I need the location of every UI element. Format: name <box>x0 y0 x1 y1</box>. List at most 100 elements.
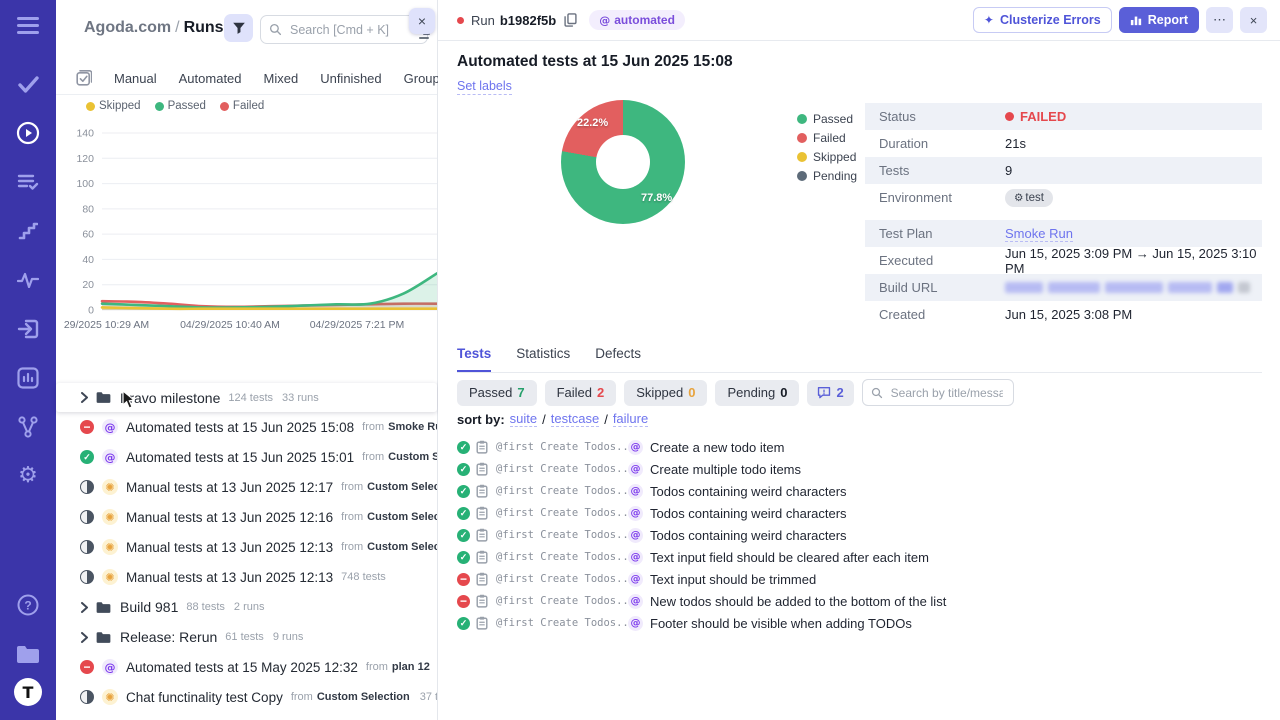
legend-item[interactable]: Skipped <box>86 100 141 112</box>
automated-badge[interactable]: @ automated <box>589 10 685 30</box>
status-filter-button[interactable]: Skipped 0 <box>624 379 708 406</box>
run-meta: 2 runs <box>233 601 265 613</box>
detail-tab[interactable]: Defects <box>595 346 641 372</box>
testomat-logo[interactable]: T <box>14 678 42 706</box>
filter-button[interactable] <box>224 14 253 42</box>
test-list-item[interactable]: @first Create Todos... @ Todos containin… <box>457 480 1262 502</box>
steps-icon[interactable] <box>16 219 40 243</box>
runs-search-input[interactable] <box>288 21 419 38</box>
close-panel-button[interactable]: × <box>409 8 435 34</box>
test-list-item[interactable]: @first Create Todos... @ Text input fiel… <box>457 546 1262 568</box>
hamburger-menu-icon[interactable] <box>16 14 40 38</box>
run-source: Custom Selection <box>316 691 410 703</box>
chevron-right-icon[interactable] <box>80 601 89 613</box>
svg-text:80: 80 <box>82 203 94 215</box>
run-list-item[interactable]: Automated tests at 15 Jun 2025 15:08 fro… <box>56 412 437 442</box>
status-filter-button[interactable]: Failed 2 <box>544 379 617 406</box>
sort-by-testcase-link[interactable]: testcase <box>550 411 600 427</box>
project-name[interactable]: Agoda.com <box>84 19 171 36</box>
run-list-item[interactable]: Manual tests at 13 Jun 2025 12:13 from C… <box>56 532 437 562</box>
run-title: Automated tests at 15 May 2025 12:32 <box>126 659 358 675</box>
automated-at-icon: @ <box>628 461 643 477</box>
test-list-item[interactable]: @first Create Todos... @ Todos containin… <box>457 502 1262 524</box>
test-list-item[interactable]: @first Create Todos... @ Create a new to… <box>457 436 1262 458</box>
test-list-item[interactable]: @first Create Todos... @ Footer should b… <box>457 612 1262 634</box>
test-list-item[interactable]: @first Create Todos... @ Text input shou… <box>457 568 1262 590</box>
legend-item[interactable]: Pending <box>797 169 857 183</box>
legend-item[interactable]: Passed <box>797 112 857 126</box>
run-title: Automated tests at 15 Jun 2025 15:01 <box>126 449 355 465</box>
run-status-icon <box>80 570 94 584</box>
import-icon[interactable] <box>16 317 40 341</box>
run-from-label: from <box>362 451 385 463</box>
detail-tab[interactable]: Statistics <box>516 346 570 372</box>
legend-dot <box>86 101 95 111</box>
copy-icon[interactable] <box>564 13 577 27</box>
tests-search-input[interactable] <box>888 384 1005 401</box>
legend-item[interactable]: Skipped <box>797 150 857 164</box>
legend-item[interactable]: Failed <box>797 131 857 145</box>
status-filter-button[interactable]: Passed 7 <box>457 379 537 406</box>
run-type-icon <box>102 449 118 465</box>
projects-folder-icon[interactable] <box>16 642 40 666</box>
detail-value: 9 <box>1005 163 1013 178</box>
run-list-item[interactable]: Manual tests at 13 Jun 2025 12:17 from C… <box>56 472 437 502</box>
runs-filter-tab[interactable]: Unfinished <box>320 71 381 86</box>
test-status-icon <box>457 550 470 564</box>
runs-play-icon[interactable] <box>16 121 40 145</box>
run-status-icon <box>80 660 94 674</box>
test-title: Todos containing weird characters <box>650 527 847 543</box>
test-list-item[interactable]: @first Create Todos... @ New todos shoul… <box>457 590 1262 612</box>
legend-item[interactable]: Failed <box>219 100 264 112</box>
clusterize-errors-button[interactable]: ✦ Clusterize Errors <box>972 7 1112 33</box>
runs-list-panel: Agoda.com/Runs × Manual Automated Mixed Unf… <box>56 0 446 720</box>
help-icon[interactable]: ? <box>16 593 40 617</box>
more-options-button[interactable]: ⋯ <box>1206 7 1233 33</box>
run-list-item[interactable]: Automated tests at 15 Jun 2025 15:01 fro… <box>56 442 437 472</box>
detail-row: Test Plan Smoke Run <box>865 220 1262 247</box>
sort-by-failure-link[interactable]: failure <box>612 411 649 427</box>
tests-check-icon[interactable] <box>16 72 40 96</box>
set-labels-link[interactable]: Set labels <box>457 79 512 95</box>
test-status-icon <box>457 616 470 630</box>
run-list-item[interactable]: Chat functinality test Copy from Custom … <box>56 682 437 712</box>
runs-panel-header: Agoda.com/Runs × <box>56 0 437 58</box>
test-list-item[interactable]: @first Create Todos... @ Todos containin… <box>457 524 1262 546</box>
automated-at-icon: @ <box>628 615 643 631</box>
select-all-icon[interactable] <box>76 70 92 86</box>
runs-type-tabs: Manual Automated Mixed Unfinished Groups <box>56 62 446 95</box>
test-list-item[interactable]: @first Create Todos... @ Create multiple… <box>457 458 1262 480</box>
pulse-activity-icon[interactable] <box>16 268 40 292</box>
sort-by-suite-link[interactable]: suite <box>509 411 538 427</box>
branches-icon[interactable] <box>16 415 40 439</box>
detail-tab[interactable]: Tests <box>457 346 492 372</box>
settings-gear-icon[interactable]: ⚙ <box>16 464 40 488</box>
run-list-item[interactable]: Bravo milestone 124 tests 33 runs <box>56 383 437 412</box>
run-status-icon <box>80 480 94 494</box>
run-title: Bravo milestone <box>120 389 221 406</box>
results-donut-chart: 22.2% 77.8% <box>561 100 685 224</box>
comments-filter-button[interactable]: 2 <box>807 379 854 406</box>
run-list-item[interactable]: Manual tests at 13 Jun 2025 12:13 748 te… <box>56 562 437 592</box>
run-list-item[interactable]: Build 981 88 tests 2 runs <box>56 592 437 622</box>
report-button[interactable]: Report <box>1118 7 1199 33</box>
chevron-right-icon[interactable] <box>80 392 89 403</box>
chevron-right-icon[interactable] <box>80 631 89 643</box>
run-status-icon <box>80 510 94 524</box>
detail-value: test <box>1005 188 1053 207</box>
bar-chart-icon <box>1130 16 1141 26</box>
test-plans-icon[interactable] <box>16 170 40 194</box>
run-list-item[interactable]: Automated tests at 15 May 2025 12:32 fro… <box>56 652 437 682</box>
runs-filter-tab[interactable]: Mixed <box>264 71 299 86</box>
detail-value: Jun 15, 2025 3:09 PM → Jun 15, 2025 3:10… <box>1005 245 1257 276</box>
analytics-icon[interactable] <box>16 366 40 390</box>
run-status-icon <box>80 450 94 464</box>
runs-filter-tab[interactable]: Manual <box>114 71 157 86</box>
runs-filter-tab[interactable]: Automated <box>179 71 242 86</box>
legend-item[interactable]: Passed <box>154 100 206 112</box>
clipboard-icon <box>476 616 488 630</box>
status-filter-button[interactable]: Pending 0 <box>715 379 800 406</box>
run-list-item[interactable]: Release: Rerun 61 tests 9 runs <box>56 622 437 652</box>
run-list-item[interactable]: Manual tests at 13 Jun 2025 12:16 from C… <box>56 502 437 532</box>
close-detail-button[interactable]: × <box>1240 7 1267 33</box>
